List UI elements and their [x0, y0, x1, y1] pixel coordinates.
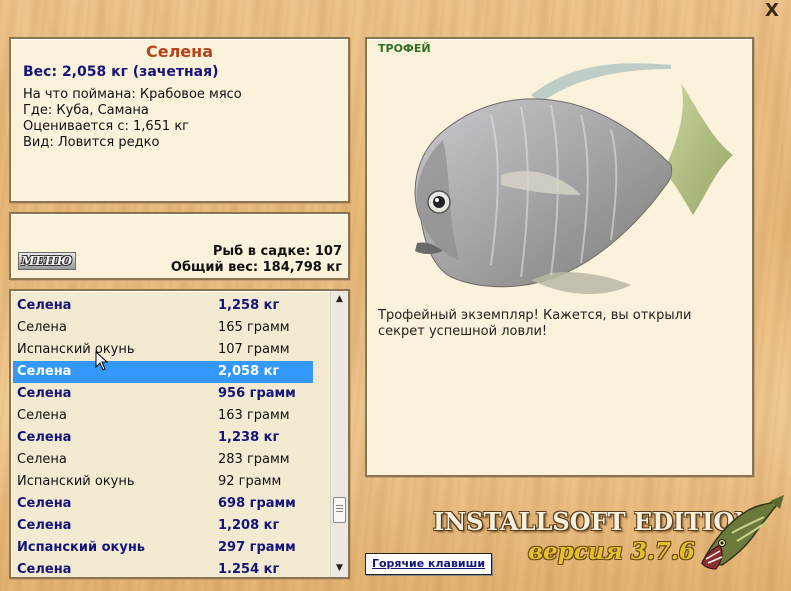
catch-row-weight: 283 грамм [218, 452, 290, 467]
catch-row-name: Селена [17, 320, 67, 335]
scrollbar[interactable]: ▲ ▼ [330, 291, 348, 577]
mouse-cursor-icon [95, 351, 109, 371]
catch-row-name: Селена [17, 562, 72, 577]
catch-row[interactable]: Селена 283 грамм [13, 449, 313, 471]
scrollbar-thumb[interactable] [333, 497, 346, 523]
catch-row-weight: 1,208 кг [218, 518, 280, 533]
fish-kind: Вид: Ловится редко [23, 135, 160, 150]
scroll-up-icon[interactable]: ▲ [334, 294, 345, 305]
catch-row[interactable]: Селена 1,258 кг [13, 295, 313, 317]
catch-row-name: Селена [17, 364, 72, 379]
fish-location: Где: Куба, Самана [23, 103, 149, 118]
catch-row-selected[interactable]: Селена 2,058 кг [13, 361, 313, 383]
catch-row[interactable]: Селена 956 грамм [13, 383, 313, 405]
catch-row-name: Испанский окунь [17, 540, 146, 555]
catch-row-weight: 1,258 кг [218, 298, 280, 313]
scroll-down-icon[interactable]: ▼ [334, 563, 345, 574]
catch-row[interactable]: Испанский окунь 297 грамм [13, 537, 313, 559]
trophy-message: Трофейный экземпляр! Кажется, вы открыли… [378, 308, 692, 339]
catch-row[interactable]: Селена 1,208 кг [13, 515, 313, 537]
catch-row[interactable]: Селена 165 грамм [13, 317, 313, 339]
trophy-label: ТРОФЕЙ [378, 42, 431, 55]
version-label: версия 3.7.6 [528, 538, 695, 565]
catch-row-name: Селена [17, 408, 67, 423]
catch-row-weight: 2,058 кг [218, 364, 280, 379]
menu-button[interactable]: МЕНЮ [18, 252, 76, 270]
trophy-panel: ТРОФЕЙ Трофейный экземпляр! Кажется, вы … [365, 37, 754, 477]
catch-row-name: Селена [17, 496, 72, 511]
close-button[interactable]: X [763, 2, 781, 20]
catch-list[interactable]: Селена 1,258 кг Селена 165 грамм Испанский о… [9, 289, 350, 579]
catch-row[interactable]: Селена 698 грамм [13, 493, 313, 515]
catch-row-name: Селена [17, 298, 72, 313]
catch-row-name: Селена [17, 386, 72, 401]
keepnet-stats-panel: МЕНЮ Рыб в садке: 107 Общий вес: 184,798… [9, 212, 350, 280]
pike-logo-icon [700, 495, 784, 570]
catch-row-weight: 297 грамм [218, 540, 296, 555]
fish-bait: На что поймана: Крабовое мясо [23, 87, 242, 102]
catch-row-name: Селена [17, 518, 72, 533]
catch-row[interactable]: Испанский окунь 107 грамм [13, 339, 313, 361]
catch-row[interactable]: Селена 1.254 кг [13, 559, 313, 577]
fish-title: Селена [145, 42, 213, 61]
lookdown-fish-image [414, 63, 733, 295]
catch-row[interactable]: Испанский окунь 92 грамм [13, 471, 313, 493]
fish-rated-from: Оценивается с: 1,651 кг [23, 119, 190, 134]
fish-info-panel: Селена Вес: 2,058 кг (зачетная) На что п… [9, 37, 350, 203]
catch-row-weight: 163 грамм [218, 408, 290, 423]
catch-row-weight: 956 грамм [218, 386, 296, 401]
catch-row-weight: 1,238 кг [218, 430, 280, 445]
catch-row[interactable]: Селена 163 грамм [13, 405, 313, 427]
catch-row-weight: 92 грамм [218, 474, 282, 489]
catch-row-name: Селена [17, 430, 72, 445]
catch-row-weight: 698 грамм [218, 496, 296, 511]
catch-row[interactable]: Селена 1,238 кг [13, 427, 313, 449]
catch-row-weight: 1.254 кг [218, 562, 280, 577]
catch-row-name: Селена [17, 452, 67, 467]
catch-row-name: Испанский окунь [17, 474, 135, 489]
catch-row-weight: 165 грамм [218, 320, 290, 335]
hotkeys-button[interactable]: Горячие клавиши [365, 553, 492, 575]
fish-weight: Вес: 2,058 кг (зачетная) [23, 64, 219, 80]
total-weight: Общий вес: 184,798 кг [170, 260, 342, 275]
fish-count: Рыб в садке: 107 [212, 244, 342, 259]
catch-row-name: Испанский окунь [17, 342, 135, 357]
catch-row-weight: 107 грамм [218, 342, 290, 357]
